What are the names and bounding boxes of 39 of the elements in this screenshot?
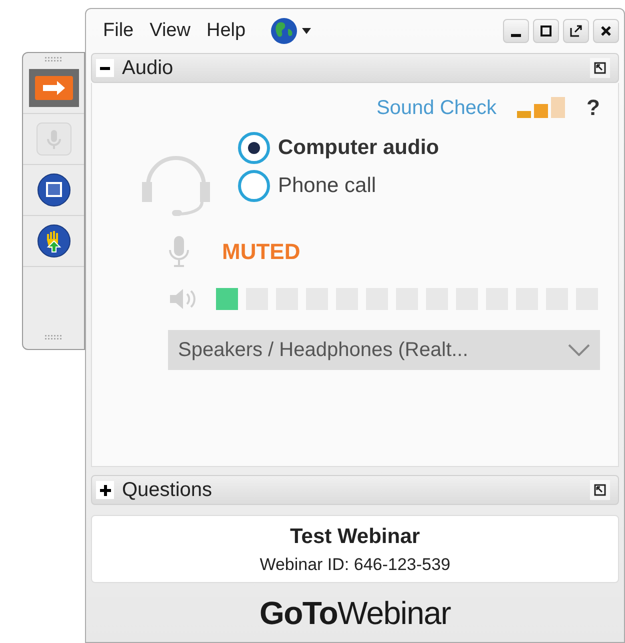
maximize-button[interactable]: [533, 19, 559, 43]
device-dropdown[interactable]: Speakers / Headphones (Realt...: [168, 330, 600, 370]
logo: GoToWebinar: [260, 594, 450, 632]
grip-icon: [44, 57, 62, 63]
menu-item[interactable]: Help: [206, 16, 246, 46]
signal-bars-icon: [516, 96, 567, 118]
screen-icon: [36, 173, 70, 207]
panel-title: Audio: [122, 56, 174, 81]
webinar-title: Test Webinar: [290, 524, 420, 550]
globe-icon: [270, 17, 298, 45]
expand-icon[interactable]: [96, 481, 114, 499]
close-button[interactable]: [593, 19, 619, 43]
maximize-icon: [540, 25, 552, 37]
webinar-id: Webinar ID: 646-123-539: [260, 554, 450, 576]
menu-item[interactable]: View: [150, 16, 190, 46]
arrow-button[interactable]: [28, 69, 78, 107]
panel-title: Questions: [122, 478, 212, 503]
popout-icon: [594, 62, 606, 74]
radio-option[interactable]: Phone call: [238, 170, 439, 202]
chevron-down-icon: [568, 344, 590, 356]
menu-item[interactable]: File: [103, 16, 134, 46]
panel-header[interactable]: Questions: [91, 475, 619, 505]
muted-status: MUTED: [222, 238, 300, 266]
close-icon: [600, 25, 612, 37]
minimize-button[interactable]: [503, 19, 529, 43]
hand-icon: [36, 224, 70, 258]
microphone-icon: [168, 234, 190, 268]
grip-icon: [44, 335, 62, 341]
radio-option[interactable]: Computer audio: [238, 132, 439, 164]
language-button[interactable]: [270, 17, 311, 45]
popout-button[interactable]: [563, 19, 589, 43]
panel-header[interactable]: Audio: [91, 53, 619, 83]
collapse-icon[interactable]: [96, 59, 114, 77]
microphone-icon: [36, 122, 72, 156]
popout-icon: [570, 25, 582, 37]
help-button[interactable]: ?: [586, 91, 600, 124]
minimize-icon: [511, 34, 521, 36]
caret-icon: [302, 28, 311, 34]
popout-icon: [594, 484, 606, 496]
